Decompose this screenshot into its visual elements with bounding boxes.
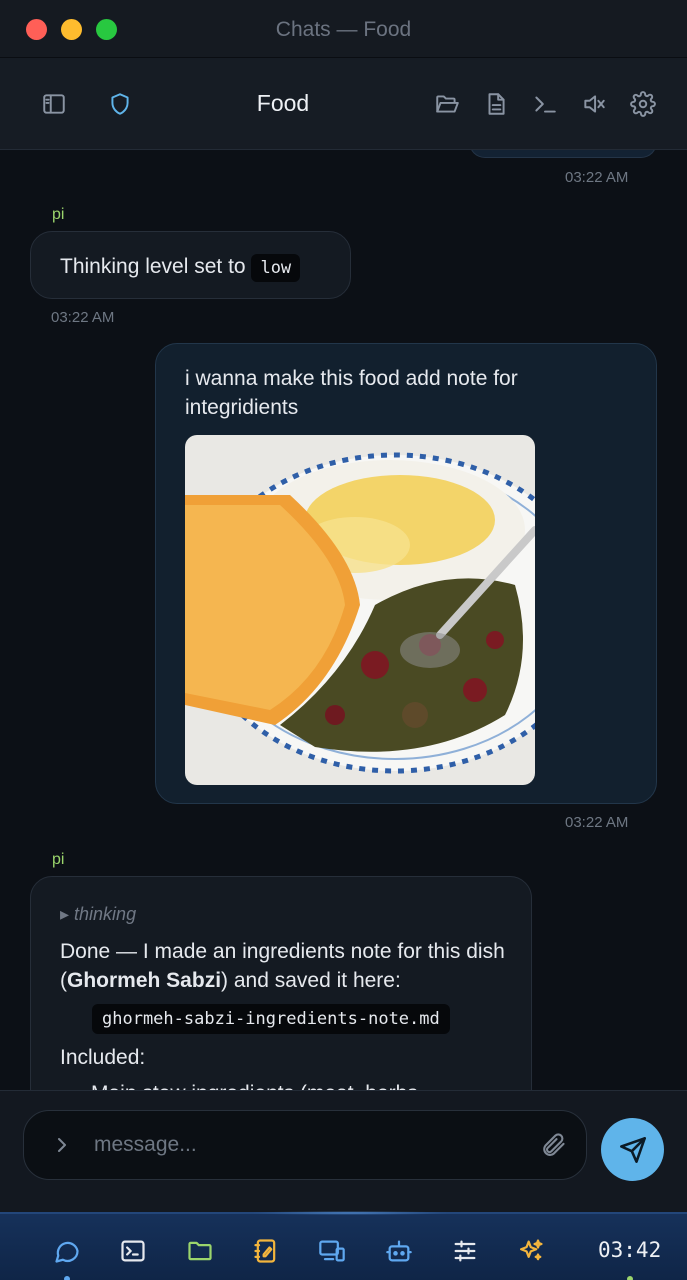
message-sender: pi: [52, 851, 65, 868]
active-indicator: [64, 1276, 70, 1280]
message-composer[interactable]: [23, 1110, 587, 1180]
terminal-icon: [121, 1240, 145, 1262]
dock-settings[interactable]: [450, 1236, 480, 1266]
chat-icon: [55, 1241, 79, 1263]
assistant-message-bubble: Thinking level set to low: [30, 231, 351, 299]
thinking-toggle[interactable]: ▸ thinking: [60, 904, 136, 925]
message-timestamp: 03:22 AM: [565, 169, 629, 186]
clock: 03:42: [598, 1238, 662, 1262]
settings-button[interactable]: [628, 89, 658, 119]
dock-highlight: [250, 1211, 450, 1215]
folder-open-icon: [436, 95, 459, 113]
chevron-right-icon: [58, 1138, 66, 1152]
terminal-button[interactable]: [530, 89, 560, 119]
sliders-icon: [454, 1240, 476, 1262]
dock-terminal[interactable]: [118, 1236, 148, 1266]
robot-icon: [386, 1240, 412, 1262]
sparkles-icon: [519, 1239, 543, 1261]
ghormeh-sabzi-photo: [185, 435, 535, 785]
message-text-content: Thinking level set to: [60, 255, 246, 278]
dock-notes[interactable]: [251, 1236, 281, 1266]
dock-chats[interactable]: [52, 1236, 82, 1266]
message-text: Done — I made an ingredients note for th…: [60, 937, 510, 995]
composer-area: [0, 1090, 687, 1212]
expand-button[interactable]: [50, 1133, 74, 1157]
window-title: Chats — Food: [275, 18, 412, 41]
settings-gear-icon: [630, 91, 656, 117]
chat-messages[interactable]: 03:22 AM pi Thinking level set to low 03…: [0, 150, 687, 1090]
dock-files[interactable]: [185, 1236, 215, 1266]
message-text-after: ) and saved it here:: [221, 969, 401, 992]
dock-agents[interactable]: [384, 1236, 414, 1266]
document-icon: [488, 93, 505, 115]
terminal-icon: [535, 96, 556, 113]
list-item: Main stew ingredients (meat, herbs,: [91, 1079, 424, 1090]
file-path-code[interactable]: ghormeh-sabzi-ingredients-note.md: [92, 1004, 450, 1034]
message-timestamp: 03:22 AM: [565, 814, 629, 831]
message-input[interactable]: [94, 1127, 514, 1163]
chat-title: Food: [256, 90, 310, 116]
chat-header: Food: [0, 58, 687, 150]
dish-name: Ghormeh Sabzi: [67, 969, 222, 992]
bottom-dock: 03:42: [0, 1211, 687, 1280]
assistant-message-bubble: ▸ thinking Done — I made an ingredients …: [30, 876, 532, 1090]
message-text: i wanna make this food add note for inte…: [185, 367, 518, 419]
mute-button[interactable]: [579, 89, 609, 119]
message-timestamp: 03:22 AM: [51, 309, 115, 326]
speaker-muted-icon: [584, 95, 605, 113]
included-label: Included:: [60, 1046, 146, 1069]
window-titlebar: Chats — Food: [0, 0, 687, 58]
devices-icon: [319, 1240, 345, 1262]
inline-code: low: [251, 254, 301, 282]
open-folder-button[interactable]: [432, 89, 462, 119]
paperclip-icon: [543, 1133, 565, 1156]
folder-icon: [188, 1241, 212, 1261]
attach-button[interactable]: [539, 1131, 567, 1159]
notebook-icon: [254, 1239, 276, 1263]
send-icon: [619, 1136, 646, 1163]
user-message-bubble-partial: [469, 150, 657, 158]
dock-ai[interactable]: [516, 1236, 546, 1266]
notes-button[interactable]: [481, 89, 511, 119]
security-button[interactable]: [105, 89, 135, 119]
sidebar-toggle-button[interactable]: [39, 89, 69, 119]
shield-icon: [111, 93, 129, 115]
status-indicator: [627, 1276, 633, 1280]
sidebar-icon: [43, 94, 65, 114]
message-sender: pi: [52, 206, 65, 223]
send-button[interactable]: [601, 1118, 664, 1181]
food-image[interactable]: [185, 435, 535, 785]
dock-devices[interactable]: [317, 1236, 347, 1266]
user-message-bubble: i wanna make this food add note for inte…: [155, 343, 657, 804]
message-text: Thinking level set to low: [60, 252, 301, 283]
